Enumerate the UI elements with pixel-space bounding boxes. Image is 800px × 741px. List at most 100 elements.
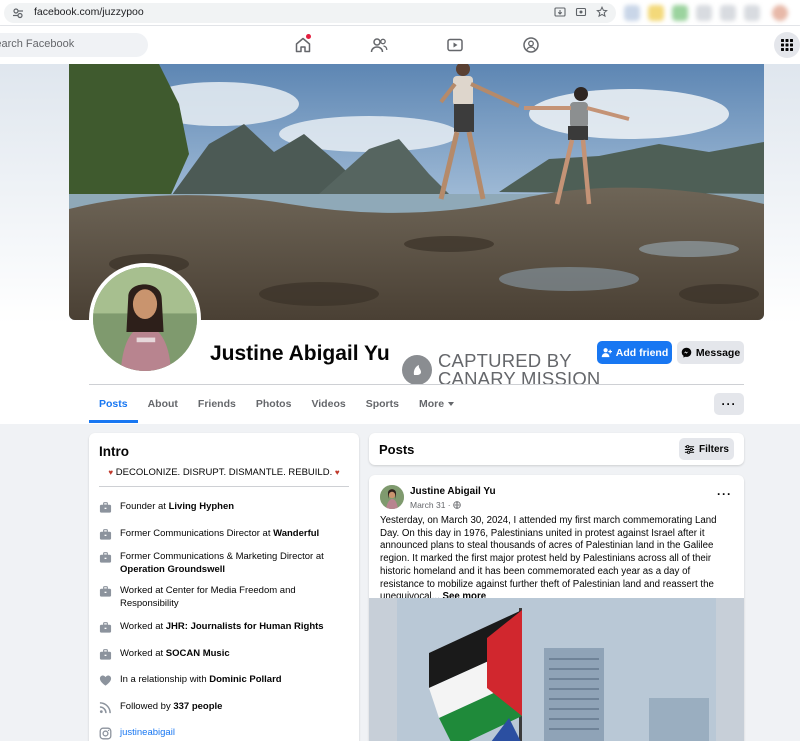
intro-item-text: Worked at Center for Media Freedom and R… (120, 585, 296, 609)
post-author-avatar[interactable] (380, 485, 404, 509)
grid-icon (781, 39, 793, 51)
url-text[interactable]: facebook.com/juzzypoo (34, 6, 144, 18)
screenshot-icon[interactable] (575, 6, 587, 18)
intro-item-link[interactable]: Living Hyphen (169, 501, 234, 512)
filters-label: Filters (698, 443, 729, 455)
intro-item-link[interactable]: Operation Groundswell (120, 564, 225, 575)
tab-sports[interactable]: Sports (356, 385, 409, 423)
extension-icon[interactable] (648, 5, 664, 21)
tab-posts[interactable]: Posts (89, 385, 138, 423)
message-button[interactable]: Message (677, 341, 744, 364)
intro-title: Intro (99, 444, 129, 459)
notification-dot (306, 34, 311, 39)
intro-item-text: Former Communications & Marketing Direct… (120, 551, 324, 562)
heart-emoji-icon: ♥ (334, 468, 340, 477)
intro-item-work: Worked at SOCAN Music (99, 648, 351, 661)
heart-emoji-icon: ♥ (108, 468, 114, 477)
filters-button[interactable]: Filters (679, 438, 734, 460)
tab-videos[interactable]: Videos (301, 385, 355, 423)
intro-item-link[interactable]: JHR: Journalists for Human Rights (166, 621, 324, 632)
post-text: Yesterday, on March 30, 2024, I attended… (380, 515, 736, 604)
extension-icon[interactable] (720, 5, 736, 21)
post-body: Yesterday, on March 30, 2024, I attended… (380, 515, 717, 603)
avatar-image (93, 267, 197, 371)
intro-item-relationship: In a relationship with Dominic Pollard (99, 674, 351, 687)
post-avatar-image (380, 485, 404, 509)
tab-more-label: More (418, 398, 445, 410)
menu-grid-button[interactable] (774, 32, 800, 58)
tab-photos[interactable]: Photos (246, 385, 302, 423)
briefcase-icon (99, 586, 112, 597)
search-placeholder[interactable]: Search Facebook (0, 38, 74, 50)
intro-bio-text: DECOLONIZE. DISRUPT. DISMANTLE. REBUILD. (115, 467, 333, 478)
tab-about[interactable]: About (138, 385, 188, 423)
post-photo (369, 598, 744, 741)
caret-down-icon (448, 402, 455, 407)
add-friend-label: Add friend (615, 346, 669, 359)
briefcase-icon (99, 649, 112, 660)
site-settings-icon[interactable] (12, 7, 24, 19)
post-card: Justine Abigail Yu March 31 · ··· Yester… (369, 475, 744, 741)
bookmark-star-icon[interactable] (596, 6, 608, 18)
extension-icon[interactable] (624, 5, 640, 21)
heart-icon (99, 675, 112, 686)
intro-item-link[interactable]: Dominic Pollard (209, 674, 281, 685)
intro-item-link[interactable]: SOCAN Music (166, 648, 230, 659)
tab-more[interactable]: More (409, 385, 464, 423)
intro-divider (99, 486, 349, 487)
intro-item-text: In a relationship with (120, 674, 210, 685)
canary-logo-icon (402, 355, 432, 385)
briefcase-icon (99, 552, 112, 563)
intro-item-text: Founder at (120, 501, 169, 512)
filters-icon (684, 444, 695, 454)
friends-icon[interactable] (370, 36, 388, 54)
intro-item-work: Worked at Center for Media Freedom and R… (99, 585, 351, 610)
extension-icon[interactable] (744, 5, 760, 21)
address-bar-actions (554, 6, 608, 18)
more-options-button[interactable]: ··· (714, 393, 744, 415)
post-options-button[interactable]: ··· (717, 487, 732, 501)
add-friend-button[interactable]: Add friend (597, 341, 672, 364)
profile-avatar[interactable] (89, 263, 201, 375)
intro-item-text: Worked at (120, 621, 166, 632)
intro-item-link[interactable]: 337 people (173, 701, 222, 712)
extension-icon[interactable] (672, 5, 688, 21)
globe-icon (453, 501, 461, 509)
tab-friends[interactable]: Friends (188, 385, 246, 423)
instagram-link[interactable]: justineabigail (120, 727, 175, 740)
instagram-icon (99, 727, 112, 740)
groups-icon[interactable] (522, 36, 540, 54)
intro-bio: ♥ DECOLONIZE. DISRUPT. DISMANTLE. REBUIL… (89, 467, 359, 478)
intro-item-text: Former Communications Director at (120, 528, 274, 539)
intro-card: Intro ♥ DECOLONIZE. DISRUPT. DISMANTLE. … (89, 433, 359, 741)
install-app-icon[interactable] (554, 6, 566, 18)
watermark-text: CAPTURED BY CANARY MISSION (438, 351, 601, 388)
briefcase-icon (99, 502, 112, 513)
intro-item-work: Former Communications & Marketing Direct… (99, 551, 351, 576)
intro-item-work: Founder at Living Hyphen (99, 501, 351, 514)
rss-icon (99, 702, 111, 714)
intro-item-text: Worked at (120, 648, 166, 659)
briefcase-icon (99, 529, 112, 540)
intro-item-followers: Followed by 337 people (99, 701, 351, 714)
posts-header-card: Posts Filters (369, 433, 744, 465)
profile-icon[interactable] (772, 5, 788, 21)
video-icon[interactable] (446, 36, 464, 54)
intro-item-link[interactable]: Wanderful (273, 528, 319, 539)
canary-mission-watermark: CAPTURED BY CANARY MISSION (402, 351, 601, 388)
profile-tabs: Posts About Friends Photos Videos Sports… (89, 385, 464, 423)
messenger-icon (681, 347, 692, 358)
extension-icon[interactable] (696, 5, 712, 21)
post-author-name[interactable]: Justine Abigail Yu (410, 486, 496, 497)
post-date-text: March 31 · (410, 500, 451, 510)
intro-item-text: Followed by (120, 701, 174, 712)
search-input[interactable]: Search Facebook (0, 33, 148, 57)
message-label: Message (695, 346, 741, 359)
address-bar[interactable]: facebook.com/juzzypoo (4, 3, 616, 23)
post-date[interactable]: March 31 · (410, 500, 461, 510)
facebook-top-nav: Search Facebook (0, 26, 800, 64)
briefcase-icon (99, 622, 112, 633)
profile-name: Justine Abigail Yu (210, 342, 390, 365)
post-image[interactable] (369, 598, 744, 741)
add-friend-icon (601, 348, 612, 358)
